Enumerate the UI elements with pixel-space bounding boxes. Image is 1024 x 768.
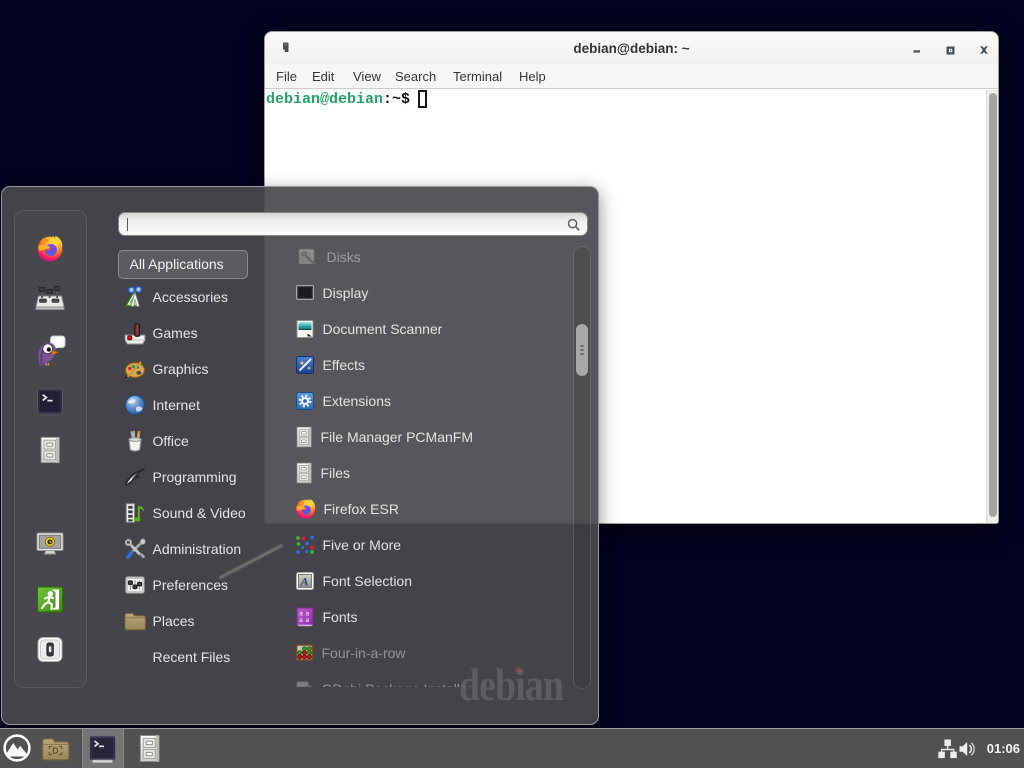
svg-text:a: a [299,617,303,624]
svg-text:a: a [305,617,309,624]
svg-text:A: A [299,574,308,588]
